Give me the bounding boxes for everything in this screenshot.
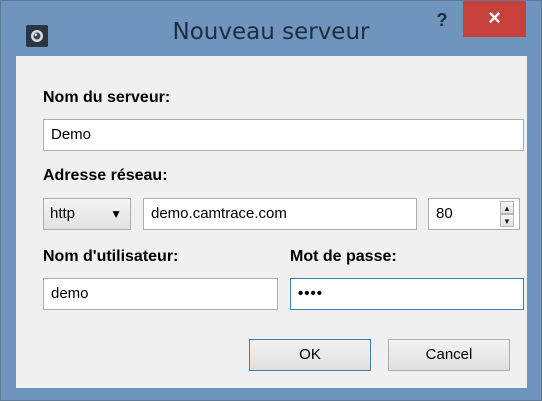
network-address-label: Adresse réseau: <box>43 167 168 184</box>
server-name-input[interactable]: Demo <box>43 119 524 151</box>
port-increment-button[interactable]: ▲ <box>500 201 514 214</box>
dialog-window: Nouveau serveur ? × Nom du serveur: Demo… <box>0 0 542 401</box>
username-label: Nom d'utilisateur: <box>43 248 179 265</box>
help-button[interactable]: ? <box>425 7 459 35</box>
chevron-up-icon: ▲ <box>503 204 511 213</box>
server-name-label: Nom du serveur: <box>43 89 171 106</box>
host-input[interactable]: demo.camtrace.com <box>143 198 417 230</box>
protocol-select[interactable]: http ▼ <box>43 198 131 230</box>
password-input[interactable]: •••• <box>290 278 524 310</box>
password-label: Mot de passe: <box>290 248 397 265</box>
chevron-down-icon: ▼ <box>503 217 511 226</box>
title-bar[interactable]: Nouveau serveur ? × <box>1 1 541 55</box>
dialog-content: Nom du serveur: Demo Adresse réseau: htt… <box>16 56 527 388</box>
chevron-down-icon: ▼ <box>110 207 122 221</box>
close-button[interactable]: × <box>463 1 526 37</box>
username-input[interactable]: demo <box>43 278 278 310</box>
port-decrement-button[interactable]: ▼ <box>500 214 514 227</box>
cancel-button[interactable]: Cancel <box>388 339 510 371</box>
window-title: Nouveau serveur <box>172 19 370 45</box>
ok-button[interactable]: OK <box>249 339 371 371</box>
protocol-value: http <box>50 205 76 222</box>
port-value: 80 <box>436 205 453 222</box>
